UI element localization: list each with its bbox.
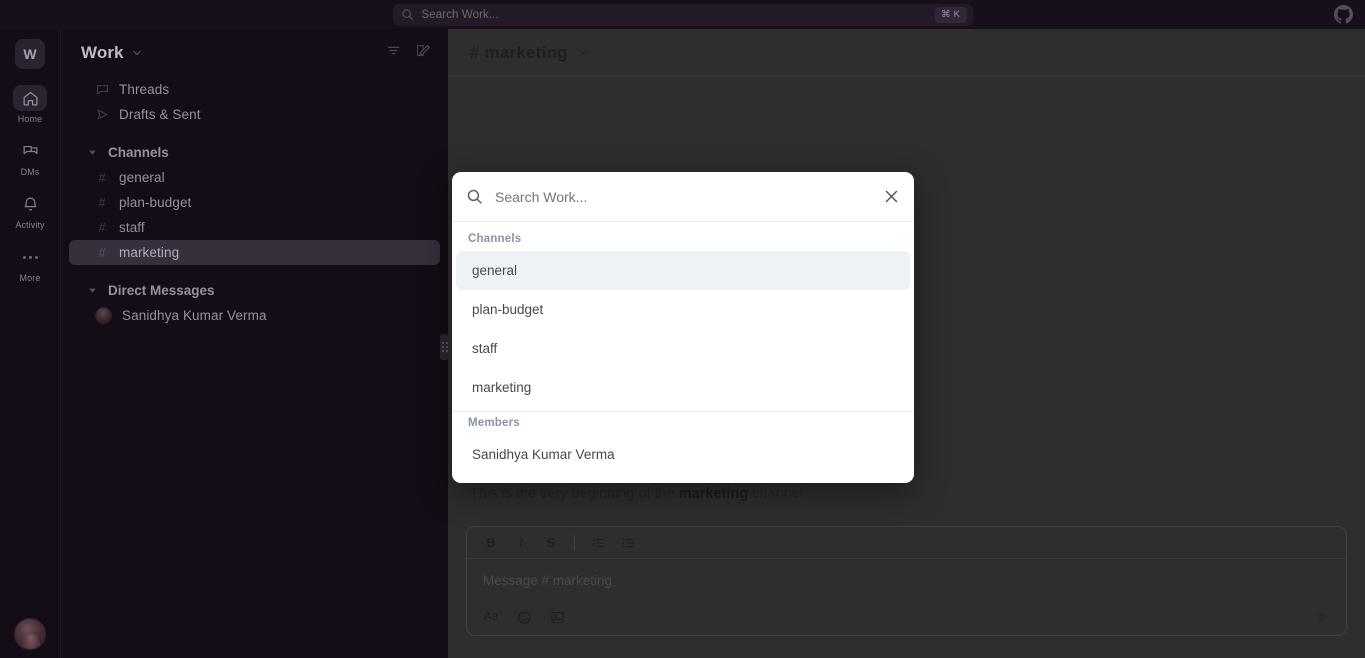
global-search-bar[interactable]: Search Work... ⌘ K (392, 3, 973, 26)
search-group-label-members: Members (468, 417, 520, 429)
search-modal-header (452, 172, 914, 222)
composer-toolbar: B I S (467, 527, 1346, 559)
top-bar: Search Work... ⌘ K (0, 0, 1365, 29)
bell-icon (13, 191, 47, 217)
sidebar-item-threads[interactable]: Threads (69, 77, 440, 102)
workspace-title[interactable]: Work (81, 43, 124, 63)
ordered-list-button[interactable] (588, 533, 608, 553)
global-search-placeholder: Search Work... (421, 8, 499, 21)
github-icon[interactable] (1334, 5, 1353, 24)
sidebar-section-direct-messages[interactable]: Direct Messages (61, 277, 448, 303)
chevron-down-icon (87, 147, 98, 158)
sidebar-label-dm-sanidhya: Sanidhya Kumar Verma (122, 308, 267, 323)
avatar (95, 307, 112, 324)
search-results: Channels general plan-budget staff marke… (452, 222, 914, 474)
search-result-plan-budget[interactable]: plan-budget (456, 290, 910, 329)
chevron-down-icon[interactable] (577, 46, 590, 59)
send-button[interactable] (1312, 607, 1334, 627)
chevron-down-icon[interactable] (131, 47, 143, 59)
avatar[interactable] (14, 618, 46, 650)
rail-item-home[interactable]: Home (4, 85, 56, 124)
toolbar-divider (574, 535, 575, 550)
sidebar-label-drafts-sent: Drafts & Sent (119, 107, 201, 122)
bullet-list-button[interactable] (618, 533, 638, 553)
hash-icon: # (98, 245, 106, 260)
italic-button[interactable]: I (511, 533, 531, 553)
search-result-marketing[interactable]: marketing (456, 368, 910, 407)
hash-icon: # (98, 220, 106, 235)
image-button[interactable] (547, 607, 567, 627)
search-group-label-channels: Channels (468, 233, 522, 245)
emoji-button[interactable] (514, 607, 534, 627)
channel-intro-name: marketing (678, 485, 749, 502)
rail-label-home: Home (17, 114, 43, 124)
rail-item-dms[interactable]: DMs (4, 138, 56, 177)
sidebar-item-marketing[interactable]: # marketing (69, 240, 440, 265)
sidebar-item-plan-budget[interactable]: # plan-budget (69, 190, 440, 215)
page-title[interactable]: # marketing (470, 43, 568, 63)
rail-item-activity[interactable]: Activity (4, 191, 56, 230)
chevron-down-icon (87, 285, 98, 296)
sidebar-item-dm-sanidhya[interactable]: Sanidhya Kumar Verma (69, 303, 440, 328)
left-rail: W Home DMs Activity More (0, 29, 60, 658)
sidebar-label-marketing: marketing (119, 245, 180, 260)
hash-icon: # (98, 170, 106, 185)
search-input[interactable] (495, 188, 871, 205)
search-result-sanidhya-kumar-verma[interactable]: Sanidhya Kumar Verma (456, 435, 910, 474)
shortcut-cmd: ⌘ (941, 9, 951, 20)
compose-icon[interactable] (415, 43, 430, 63)
search-result-staff[interactable]: staff (456, 329, 910, 368)
sidebar-item-drafts-sent[interactable]: Drafts & Sent (69, 102, 440, 127)
search-result-general[interactable]: general (456, 251, 910, 290)
sidebar-label-general: general (119, 170, 165, 185)
sidebar: Work Threads Drafts & Sent Channels # ge… (60, 29, 449, 658)
strikethrough-button[interactable]: S (541, 533, 561, 553)
rail-label-activity: Activity (15, 220, 45, 230)
format-text-button[interactable]: Aa (481, 607, 501, 627)
sidebar-section-label-channels: Channels (108, 144, 169, 160)
workspace-badge[interactable]: W (15, 39, 45, 69)
search-icon (466, 188, 483, 205)
channel-intro-text: This is the very beginning of the market… (470, 484, 1330, 505)
close-icon[interactable] (883, 188, 900, 205)
sidebar-section-channels[interactable]: Channels (61, 139, 448, 165)
channel-header: # marketing (448, 29, 1365, 77)
sidebar-item-staff[interactable]: # staff (69, 215, 440, 240)
sidebar-label-plan-budget: plan-budget (119, 195, 192, 210)
send-icon (95, 108, 109, 122)
search-modal: Channels general plan-budget staff marke… (452, 172, 914, 483)
bold-button[interactable]: B (481, 533, 501, 553)
search-shortcut-badge: ⌘ K (934, 6, 967, 23)
rail-label-dms: DMs (20, 167, 40, 177)
sidebar-label-staff: staff (119, 220, 145, 235)
filter-icon[interactable] (386, 43, 401, 63)
sidebar-section-label-direct-messages: Direct Messages (108, 282, 215, 298)
rail-item-more[interactable]: More (4, 244, 56, 283)
search-icon (401, 8, 414, 21)
chat-bubbles-icon (13, 138, 47, 164)
message-input[interactable]: Message # marketing (467, 559, 1346, 601)
channel-intro-suffix: channel. (748, 485, 807, 502)
composer-footer: Aa (467, 601, 1346, 633)
shortcut-key: K (953, 9, 960, 20)
message-input-placeholder: Message # marketing (483, 572, 613, 588)
home-icon (13, 85, 47, 111)
sidebar-header: Work (61, 29, 448, 77)
hash-icon: # (98, 195, 106, 210)
sidebar-label-threads: Threads (119, 82, 170, 97)
rail-label-more: More (19, 273, 41, 283)
channel-intro-prefix: This is the very beginning of the (470, 485, 679, 502)
message-composer: B I S Message # marketing Aa (466, 526, 1347, 636)
sidebar-item-general[interactable]: # general (69, 165, 440, 190)
ellipsis-icon (13, 244, 47, 270)
threads-icon (95, 83, 109, 97)
